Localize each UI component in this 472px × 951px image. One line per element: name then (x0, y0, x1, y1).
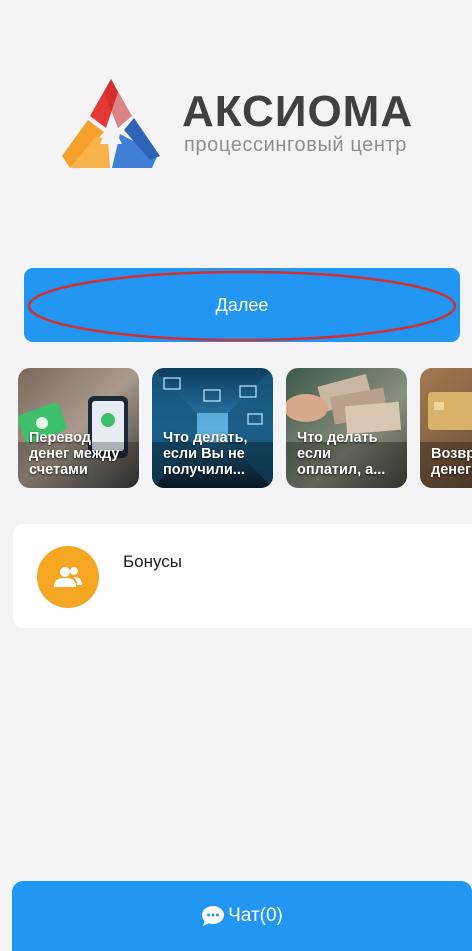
story-card[interactable]: Что делать если оплатил, а... (286, 368, 407, 488)
bonus-icon-circle (37, 546, 99, 608)
next-button-area: Далее (24, 268, 460, 342)
story-caption: Что делать если оплатил, а... (297, 430, 386, 478)
story-caption: Перевод денег между счетами (29, 430, 120, 478)
story-caption: Что делать, если Вы не получили... (163, 430, 248, 478)
chat-bubble-icon (202, 906, 225, 926)
next-button[interactable]: Далее (24, 268, 460, 342)
bonus-card[interactable]: Бонусы (13, 524, 472, 628)
story-caption: Возвр денег (431, 446, 472, 478)
brand-tagline: процессинговый центр (184, 134, 408, 156)
brand-name: АКСИОМА (182, 87, 414, 136)
bonus-label: Бонусы (123, 552, 183, 571)
story-card[interactable]: Что делать, если Вы не получили... (152, 368, 273, 488)
stories-carousel[interactable]: Перевод денег между счетами Что делать, есл… (18, 368, 472, 488)
chat-button[interactable]: Чат(0) (12, 881, 472, 951)
brand-logo: АКСИОМА процессинговый центр (60, 76, 440, 170)
axioma-logo-icon (62, 79, 160, 168)
story-card[interactable]: Возвр денег (420, 368, 472, 488)
users-icon (54, 567, 82, 587)
chat-label: Чат(0) (228, 905, 283, 926)
story-card[interactable]: Перевод денег между счетами (18, 368, 139, 488)
